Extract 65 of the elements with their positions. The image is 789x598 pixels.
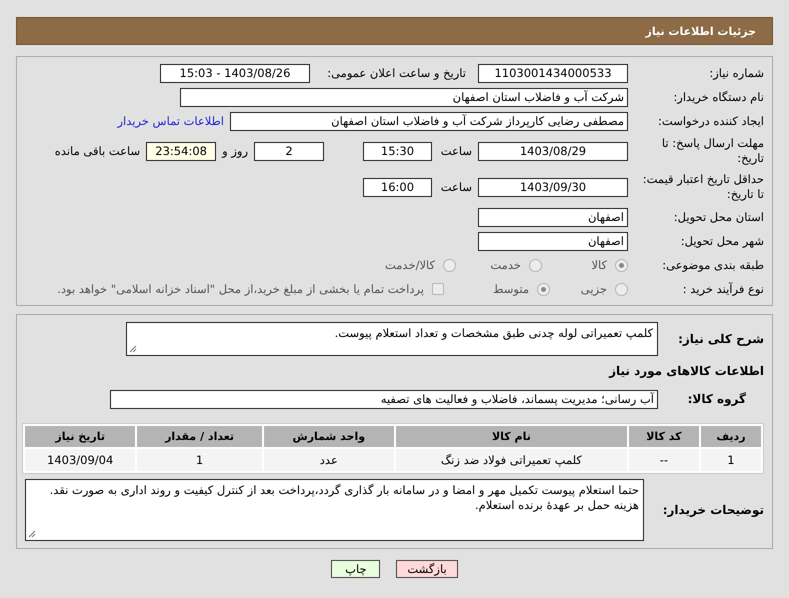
field-label: حداقل تاریخ اعتبار قیمت: تا تاریخ: bbox=[642, 172, 764, 202]
remaining-time-field: 23:54:08 bbox=[146, 142, 216, 160]
column-header: کد کالا bbox=[628, 426, 699, 447]
column-header: ردیف bbox=[700, 426, 761, 447]
field-label: طبقه بندی موضوعی: bbox=[661, 258, 764, 272]
buyer-notes-field[interactable]: حتما استعلام پیوست تکمیل مهر و امضا و در سامانه بار گذاری گردد،پرداخت بعد از کنترل کیفیت و روند اداری به صورت نقد. هزینه حمل بر عهدهٔ برنده استعلام. bbox=[25, 479, 644, 541]
table-cell: عدد bbox=[264, 449, 394, 471]
column-header: واحد شمارش bbox=[264, 426, 394, 447]
field-label: تاریخ و ساعت اعلان عمومی: bbox=[326, 66, 466, 80]
table-cell: 1 bbox=[137, 449, 262, 471]
table-cell: -- bbox=[628, 449, 699, 471]
date-field: 1403/08/29 bbox=[478, 142, 628, 160]
resize-grip-icon[interactable] bbox=[129, 345, 137, 353]
column-header: نام کالا bbox=[396, 426, 627, 447]
buyer-contact-link[interactable]: اطلاعات تماس خریدار bbox=[117, 114, 224, 128]
column-header: تعداد / مقدار bbox=[137, 426, 262, 447]
radio-button[interactable] bbox=[529, 258, 542, 272]
date-field: 1403/09/30 bbox=[478, 178, 628, 196]
radio-button[interactable] bbox=[443, 258, 456, 272]
field-label: ایجاد کننده درخواست: bbox=[657, 114, 764, 128]
option-label: کالا bbox=[591, 258, 607, 272]
field-label: اطلاعات کالاهای مورد نیاز bbox=[608, 364, 764, 378]
field-label: شماره نیاز: bbox=[708, 66, 764, 80]
need-number-field: 1103001434000533 bbox=[478, 64, 628, 82]
radio-button[interactable] bbox=[537, 282, 550, 296]
time-field: 15:30 bbox=[363, 142, 432, 160]
field-label: استان محل تحویل: bbox=[672, 210, 764, 224]
option-label: کالا/خدمت bbox=[384, 258, 435, 272]
description-field[interactable]: کلمپ تعمیراتی لوله چدنی طبق مشخصات و تعداد استعلام پیوست. bbox=[126, 322, 658, 356]
field-label: شهر محل تحویل: bbox=[680, 234, 764, 248]
field-label: مهلت ارسال پاسخ: تا تاریخ: bbox=[660, 136, 764, 166]
field-label: توضیحات خریدار: bbox=[662, 502, 764, 518]
column-header: تاریخ نیاز bbox=[25, 426, 136, 447]
header-title: جزئیات اطلاعات نیاز bbox=[646, 24, 756, 38]
days-field: 2 bbox=[254, 142, 324, 160]
days-label: روز و bbox=[222, 144, 248, 158]
checkbox-label: پرداخت تمام یا بخشی از مبلغ خرید،از محل "اسناد خزانه اسلامی" خواهد بود. bbox=[57, 282, 424, 296]
time-label: ساعت bbox=[440, 180, 472, 194]
province-field: اصفهان bbox=[478, 208, 628, 226]
field-label: نوع فرآیند خرید : bbox=[682, 282, 764, 296]
back-button[interactable]: بازگشت bbox=[396, 560, 458, 578]
field-label: گروه کالا: bbox=[686, 392, 747, 406]
table-cell: 1403/09/04 bbox=[25, 449, 136, 471]
checkbox[interactable] bbox=[432, 283, 444, 295]
table-cell: 1 bbox=[700, 449, 761, 471]
requester-field: مصطفی رضایی کارپرداز شرکت آب و فاضلاب استان اصفهان bbox=[230, 112, 628, 130]
print-button[interactable]: چاپ bbox=[331, 560, 380, 578]
goods-group-field: آب رسانی؛ مدیریت پسماند، فاضلاب و فعالیت های تصفیه bbox=[110, 390, 658, 408]
option-label: جزیی bbox=[580, 282, 607, 296]
buyer-org-field: شرکت آب و فاضلاب استان اصفهان bbox=[180, 88, 628, 106]
city-field: اصفهان bbox=[478, 232, 628, 250]
resize-grip-icon[interactable] bbox=[28, 530, 36, 538]
field-label: شرح کلی نیاز: bbox=[677, 332, 764, 346]
time-label: ساعت bbox=[440, 144, 472, 158]
radio-button[interactable] bbox=[615, 282, 628, 296]
option-label: خدمت bbox=[490, 258, 521, 272]
notes-line: هزینه حمل بر عهدهٔ برنده استعلام. bbox=[474, 498, 639, 513]
time-field: 16:00 bbox=[363, 178, 432, 196]
announce-date-field: 1403/08/26 - 15:03 bbox=[160, 64, 310, 82]
table-cell: کلمپ تعمیراتی فولاد ضد زنگ bbox=[396, 449, 627, 471]
field-label: نام دستگاه خریدار: bbox=[672, 90, 764, 104]
remaining-label: ساعت باقی مانده bbox=[54, 144, 140, 158]
radio-button[interactable] bbox=[615, 258, 628, 272]
notes-line: حتما استعلام پیوست تکمیل مهر و امضا و در سامانه بار گذاری گردد،پرداخت بعد از کنترل کیفیت و روند اداری به صورت نقد. bbox=[48, 483, 639, 498]
option-label: متوسط bbox=[492, 282, 529, 296]
